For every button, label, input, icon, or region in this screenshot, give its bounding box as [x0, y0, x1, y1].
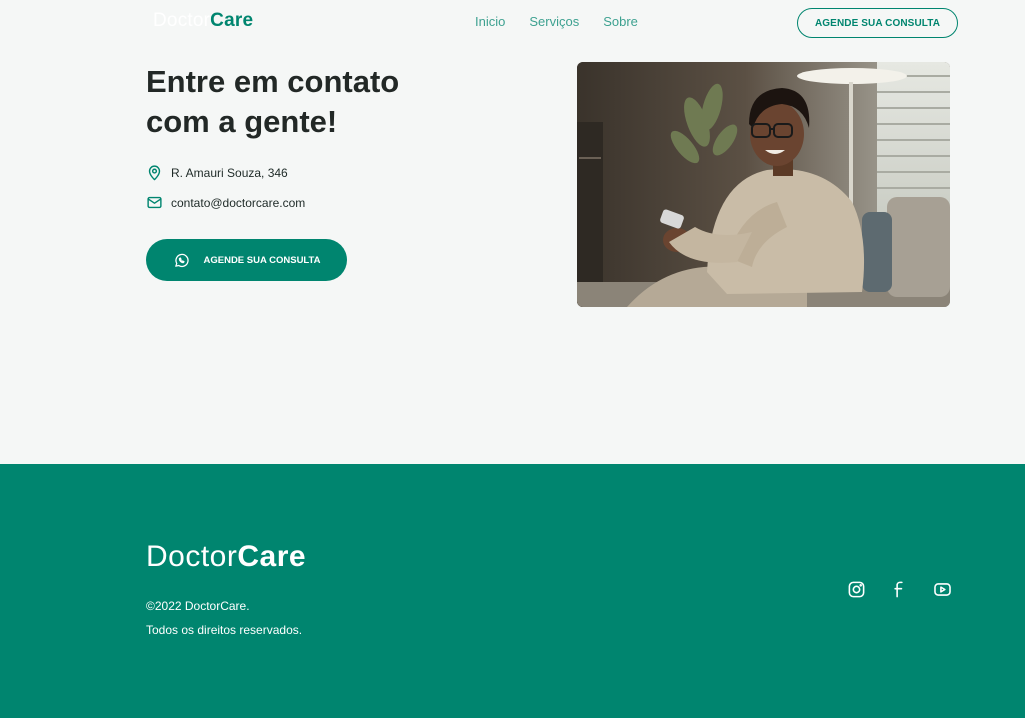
- site-header: DoctorCare Inicio Serviços Sobre AGENDE …: [0, 0, 1025, 44]
- photo-illustration: [577, 62, 950, 307]
- footer-logo-part-doctor: Doctor: [146, 540, 238, 573]
- logo-part-doctor: Doctor: [153, 10, 211, 31]
- footer-logo[interactable]: DoctorCare: [146, 540, 306, 574]
- contact-title: Entre em contato com a gente!: [146, 64, 400, 139]
- youtube-icon[interactable]: [933, 580, 952, 599]
- whatsapp-icon: [173, 252, 190, 269]
- mail-icon: [146, 194, 163, 211]
- social-links: [847, 580, 952, 599]
- facebook-icon[interactable]: [890, 580, 909, 599]
- logo-part-care: Care: [210, 10, 254, 31]
- address-row: R. Amauri Souza, 346: [146, 164, 288, 181]
- email-text[interactable]: contato@doctorcare.com: [171, 196, 305, 210]
- copyright-text: ©2022 DoctorCare.: [146, 599, 250, 613]
- site-footer: DoctorCare ©2022 DoctorCare. Todos os di…: [0, 464, 1025, 718]
- rights-text: Todos os direitos reservados.: [146, 623, 303, 637]
- nav-link-servicos[interactable]: Serviços: [529, 14, 579, 29]
- nav-link-sobre[interactable]: Sobre: [603, 14, 638, 29]
- header-schedule-button[interactable]: AGENDE SUA CONSULTA: [797, 8, 958, 38]
- header-logo[interactable]: DoctorCare: [153, 10, 253, 32]
- footer-logo-part-care: Care: [237, 540, 307, 573]
- contact-photo: [577, 62, 950, 307]
- whatsapp-schedule-button[interactable]: AGENDE SUA CONSULTA: [146, 239, 347, 281]
- map-pin-icon: [146, 164, 163, 181]
- main-nav: Inicio Serviços Sobre: [475, 14, 638, 29]
- email-row: contato@doctorcare.com: [146, 194, 305, 211]
- nav-link-inicio[interactable]: Inicio: [475, 14, 505, 29]
- whatsapp-button-label: AGENDE SUA CONSULTA: [203, 254, 321, 266]
- instagram-icon[interactable]: [847, 580, 866, 599]
- address-text: R. Amauri Souza, 346: [171, 165, 288, 180]
